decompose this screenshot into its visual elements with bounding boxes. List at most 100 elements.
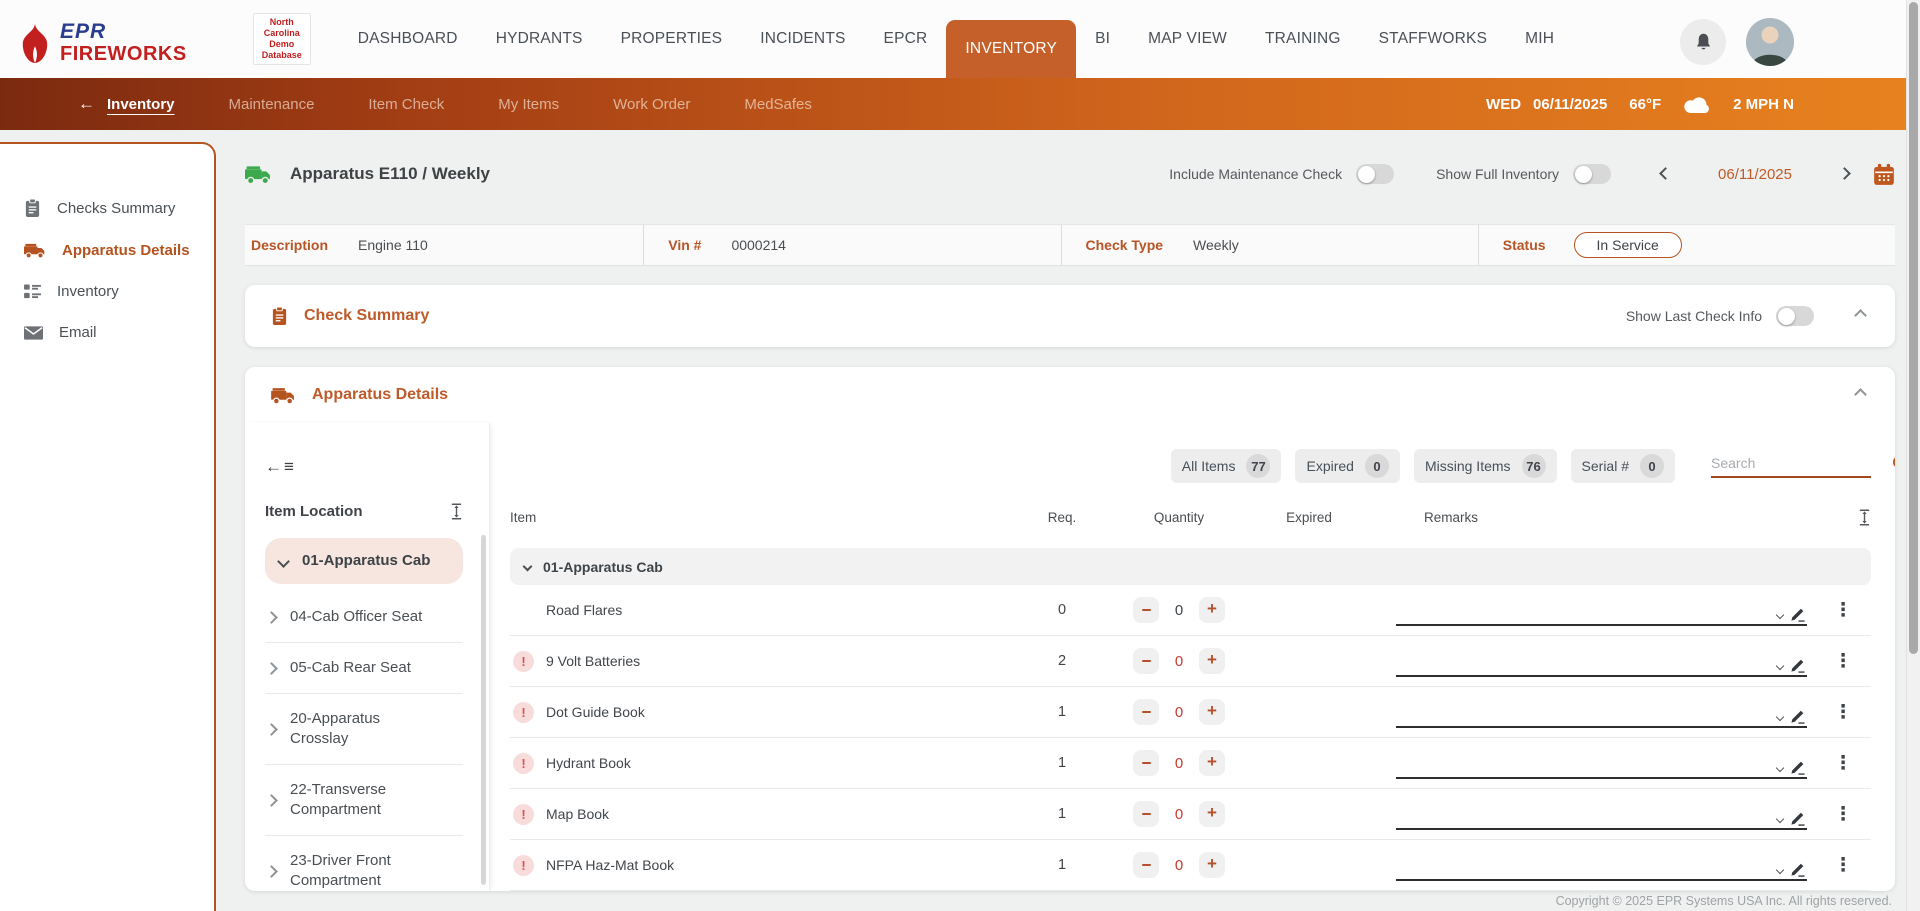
sidebar-item-inventory[interactable]: Inventory [0, 271, 214, 312]
primary-nav-tab-epcr[interactable]: EPCR [865, 0, 947, 78]
edit-remarks-icon[interactable] [1790, 607, 1805, 622]
user-avatar[interactable] [1746, 18, 1794, 66]
location-tree-item[interactable]: 20-Apparatus Crosslay [265, 694, 463, 765]
item-name: 9 Volt Batteries [546, 653, 640, 669]
remarks-field[interactable] [1354, 636, 1815, 686]
show-last-check-info-toggle[interactable] [1776, 306, 1814, 326]
decrease-quantity-button[interactable] [1133, 750, 1159, 776]
expand-rows-icon[interactable] [1815, 509, 1871, 526]
subnav-item-medsafes[interactable]: ←MedSafes [744, 96, 812, 113]
quantity-value: 0 [1173, 806, 1185, 823]
table-row: ! Map Book 1 0 + ⋮ [510, 789, 1871, 840]
remarks-dropdown-icon[interactable] [1776, 763, 1784, 771]
apparatus-truck-icon [245, 164, 272, 185]
scrollbar-thumb[interactable] [1909, 2, 1918, 654]
filter-chip-expired[interactable]: Expired 0 [1295, 449, 1399, 483]
filter-chip-all-items[interactable]: All Items 77 [1171, 449, 1282, 483]
wind-label: 2 MPH N [1733, 96, 1794, 113]
subnav-item-work-order[interactable]: ←Work Order [613, 96, 690, 113]
subnav-item-inventory[interactable]: ←Inventory [78, 94, 175, 114]
status-label: Status [1503, 237, 1546, 253]
expand-rows-icon[interactable] [450, 503, 463, 520]
remarks-field[interactable] [1354, 738, 1815, 788]
row-menu-icon[interactable]: ⋮ [1834, 652, 1853, 671]
decrease-quantity-button[interactable] [1133, 699, 1159, 725]
filter-chip-serial-[interactable]: Serial # 0 [1571, 449, 1675, 483]
primary-nav-tab-map-view[interactable]: MAP VIEW [1129, 0, 1246, 78]
row-menu-icon[interactable]: ⋮ [1834, 805, 1853, 824]
search-icon[interactable] [1892, 455, 1895, 472]
decrease-quantity-button[interactable] [1133, 852, 1159, 878]
back-arrow-icon[interactable]: ← [78, 94, 95, 114]
next-date-button[interactable] [1836, 161, 1853, 187]
primary-nav-tab-incidents[interactable]: INCIDENTS [741, 0, 864, 78]
remarks-field[interactable] [1354, 789, 1815, 839]
calendar-icon[interactable] [1873, 163, 1895, 186]
notifications-button[interactable] [1680, 19, 1726, 65]
remarks-dropdown-icon[interactable] [1776, 610, 1784, 618]
decrease-quantity-button[interactable] [1133, 801, 1159, 827]
increase-quantity-button[interactable]: + [1199, 699, 1225, 725]
remarks-dropdown-icon[interactable] [1776, 661, 1784, 669]
edit-remarks-icon[interactable] [1790, 658, 1805, 673]
location-tree-item[interactable]: 04-Cab Officer Seat [265, 592, 463, 643]
sidebar-item-apparatus-details[interactable]: Apparatus Details [0, 230, 214, 271]
location-panel-scrollbar[interactable] [481, 535, 486, 885]
sidebar-item-checks-summary[interactable]: Checks Summary [0, 186, 214, 230]
primary-nav-tab-mih[interactable]: MIH [1506, 0, 1573, 78]
primary-nav-tab-bi[interactable]: BI [1076, 0, 1129, 78]
sidebar-item-email[interactable]: Email [0, 312, 214, 353]
primary-nav-tab-hydrants[interactable]: HYDRANTS [477, 0, 602, 78]
check-summary-collapse-icon[interactable] [1852, 303, 1869, 329]
apparatus-details-collapse-icon[interactable] [1852, 382, 1869, 408]
edit-remarks-icon[interactable] [1790, 811, 1805, 826]
primary-nav-tab-dashboard[interactable]: DASHBOARD [339, 0, 477, 78]
remarks-field[interactable] [1354, 687, 1815, 737]
remarks-dropdown-icon[interactable] [1776, 865, 1784, 873]
row-menu-icon[interactable]: ⋮ [1834, 754, 1853, 773]
search-input[interactable] [1711, 455, 1892, 471]
increase-quantity-button[interactable]: + [1199, 801, 1225, 827]
edit-remarks-icon[interactable] [1790, 709, 1805, 724]
edit-remarks-icon[interactable] [1790, 862, 1805, 877]
show-full-inventory-toggle[interactable] [1573, 164, 1611, 184]
edit-remarks-icon[interactable] [1790, 760, 1805, 775]
remarks-field[interactable] [1354, 840, 1815, 890]
include-maintenance-check-toggle[interactable] [1356, 164, 1394, 184]
remarks-dropdown-icon[interactable] [1776, 814, 1784, 822]
remarks-underline [1396, 777, 1807, 779]
decrease-quantity-button[interactable] [1133, 648, 1159, 674]
epr-fireworks-logo[interactable]: EPR FIREWORKS [18, 21, 187, 64]
row-menu-icon[interactable]: ⋮ [1834, 856, 1853, 875]
location-tree-item[interactable]: 22-Transverse Compartment [265, 765, 463, 836]
row-menu-icon[interactable]: ⋮ [1834, 601, 1853, 620]
remarks-underline [1396, 726, 1807, 728]
remarks-dropdown-icon[interactable] [1776, 712, 1784, 720]
increase-quantity-button[interactable]: + [1199, 852, 1225, 878]
selected-date[interactable]: 06/11/2025 [1718, 166, 1792, 183]
location-tree-item[interactable]: 01-Apparatus Cab [265, 538, 463, 584]
primary-nav-tab-training[interactable]: TRAINING [1246, 0, 1360, 78]
window-scrollbar[interactable] [1906, 0, 1920, 911]
filter-chip-missing-items[interactable]: Missing Items 76 [1414, 449, 1557, 483]
location-tree-item[interactable]: 23-Driver Front Compartment [265, 836, 463, 891]
collapse-panel-icon[interactable]: ←≡ [265, 457, 463, 477]
location-tree-item[interactable]: 05-Cab Rear Seat [265, 643, 463, 694]
primary-nav-tab-staffworks[interactable]: STAFFWORKS [1360, 0, 1507, 78]
increase-quantity-button[interactable]: + [1199, 648, 1225, 674]
remarks-underline [1396, 675, 1807, 677]
previous-date-button[interactable] [1657, 161, 1674, 187]
increase-quantity-button[interactable]: + [1199, 597, 1225, 623]
remarks-field[interactable] [1354, 585, 1815, 635]
subnav-item-item-check[interactable]: ←Item Check [368, 96, 444, 113]
location-group-row[interactable]: 01-Apparatus Cab [510, 548, 1871, 585]
decrease-quantity-button[interactable] [1133, 597, 1159, 623]
primary-nav-tab-properties[interactable]: PROPERTIES [602, 0, 742, 78]
subnav-item-my-items[interactable]: ←My Items [498, 96, 559, 113]
subnav-item-maintenance[interactable]: ←Maintenance [229, 96, 315, 113]
primary-nav-tab-inventory[interactable]: INVENTORY [946, 20, 1076, 78]
apparatus-detail-strip: Description Engine 110 Vin # 0000214 Che… [245, 224, 1895, 266]
increase-quantity-button[interactable]: + [1199, 750, 1225, 776]
row-menu-icon[interactable]: ⋮ [1834, 703, 1853, 722]
group-collapse-icon [523, 562, 533, 572]
